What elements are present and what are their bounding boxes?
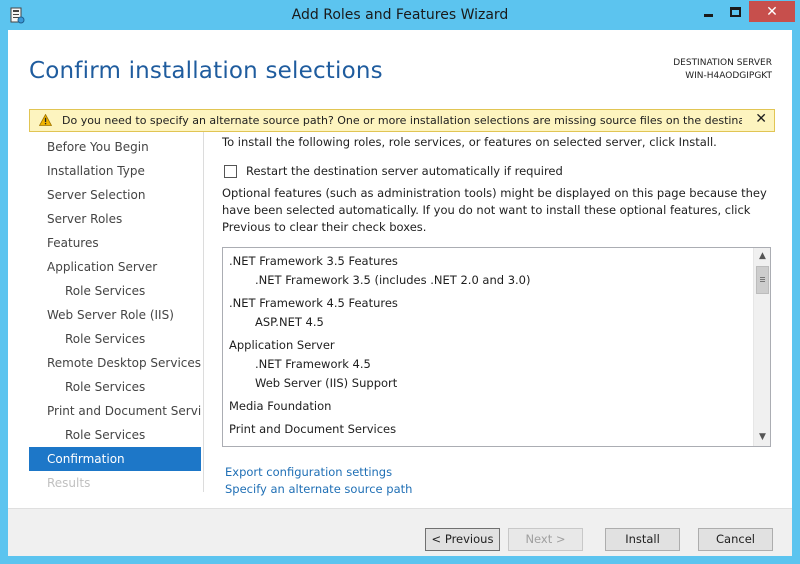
window-title: Add Roles and Features Wizard (291, 7, 509, 23)
cancel-button[interactable]: Cancel (698, 528, 773, 551)
alternate-source-link[interactable]: Specify an alternate source path (225, 482, 412, 496)
previous-button[interactable]: < Previous (425, 528, 500, 551)
maximize-button[interactable] (722, 1, 748, 22)
install-button[interactable]: Install (605, 528, 680, 551)
wizard-client-area: Confirm installation selections DESTINAT… (8, 30, 792, 556)
nav-item-installation-type[interactable]: Installation Type (29, 159, 201, 183)
close-icon: ✕ (766, 3, 778, 20)
scroll-down-icon[interactable]: ▼ (754, 429, 770, 446)
next-button[interactable]: Next > (508, 528, 583, 551)
selection-item: ASP.NET 4.5 (255, 315, 324, 329)
selection-item: Web Server (IIS) Support (255, 376, 398, 390)
intro-text: To install the following roles, role ser… (222, 135, 717, 149)
wizard-window: Add Roles and Features Wizard ✕ Confirm … (0, 0, 800, 564)
wizard-navigation: Before You Begin Installation Type Server … (29, 135, 201, 495)
scroll-up-icon[interactable]: ▲ (754, 248, 770, 265)
nav-item-role-services[interactable]: Role Services (29, 279, 201, 303)
selection-item: Print and Document Services (229, 422, 397, 436)
selection-item: Application Server (229, 338, 335, 352)
maximize-icon (729, 6, 741, 17)
nav-item-confirmation[interactable]: Confirmation (29, 447, 201, 471)
destination-server-name: WIN-H4AODGIPGKT (685, 71, 772, 81)
selection-item: Media Foundation (229, 399, 332, 413)
restart-checkbox[interactable] (224, 164, 237, 178)
selections-list[interactable]: .NET Framework 3.5 Features .NET Framewor… (222, 247, 771, 447)
page-title: Confirm installation selections (29, 58, 383, 84)
restart-option[interactable]: Restart the destination server automatic… (224, 164, 563, 178)
export-configuration-link[interactable]: Export configuration settings (225, 465, 392, 479)
grip-icon (760, 277, 765, 278)
nav-item-print-and-document-servi[interactable]: Print and Document Servi... (29, 399, 201, 423)
warning-icon (39, 114, 52, 126)
nav-item-role-services[interactable]: Role Services (29, 423, 201, 447)
scrollbar-thumb[interactable] (756, 266, 769, 294)
warning-banner: Do you need to specify an alternate sour… (29, 109, 775, 132)
destination-server-label: DESTINATION SERVER (673, 58, 772, 68)
title-bar[interactable]: Add Roles and Features Wizard ✕ (0, 0, 800, 30)
nav-item-application-server[interactable]: Application Server (29, 255, 201, 279)
nav-item-server-selection[interactable]: Server Selection (29, 183, 201, 207)
close-button[interactable]: ✕ (749, 1, 795, 22)
selection-item: .NET Framework 3.5 Features (229, 254, 398, 268)
minimize-button[interactable] (695, 1, 721, 22)
content-panel: To install the following roles, role ser… (222, 135, 770, 234)
nav-item-before-you-begin[interactable]: Before You Begin (29, 135, 201, 159)
minimize-icon (703, 14, 713, 17)
vertical-scrollbar[interactable]: ▲ ▼ (753, 248, 770, 446)
nav-divider (203, 132, 204, 492)
destination-server-info: DESTINATION SERVER WIN-H4AODGIPGKT (673, 57, 772, 83)
nav-item-role-services[interactable]: Role Services (29, 375, 201, 399)
wizard-footer: < Previous Next > Install Cancel (8, 508, 792, 556)
nav-item-remote-desktop-services[interactable]: Remote Desktop Services (29, 351, 201, 375)
restart-checkbox-label[interactable]: Restart the destination server automatic… (246, 164, 563, 178)
nav-item-web-server-role-iis[interactable]: Web Server Role (IIS) (29, 303, 201, 327)
selection-item: .NET Framework 3.5 (includes .NET 2.0 an… (255, 273, 531, 287)
selections-list-items: .NET Framework 3.5 Features .NET Framewor… (229, 252, 749, 439)
nav-item-role-services[interactable]: Role Services (29, 327, 201, 351)
nav-item-features[interactable]: Features (29, 231, 201, 255)
optional-features-note: Optional features (such as administratio… (222, 186, 767, 234)
selection-item: .NET Framework 4.5 Features (229, 296, 398, 310)
nav-item-server-roles[interactable]: Server Roles (29, 207, 201, 231)
warning-text: Do you need to specify an alternate sour… (62, 114, 742, 127)
nav-item-results: Results (47, 476, 91, 490)
selection-item: .NET Framework 4.5 (255, 357, 371, 371)
warning-close-icon[interactable]: ✕ (755, 111, 767, 127)
